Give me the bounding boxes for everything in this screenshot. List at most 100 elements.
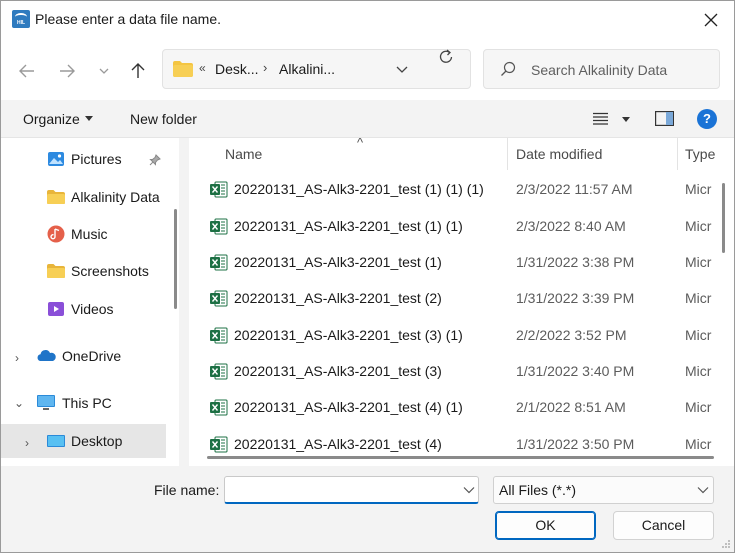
file-date: 1/31/2022 3:39 PM — [516, 290, 635, 306]
chevron-down-icon[interactable] — [463, 486, 475, 494]
breadcrumb-desktop[interactable]: Desk... — [215, 61, 259, 77]
navigation-bar: « Desk... › Alkalini... Search Alkalinit… — [1, 38, 734, 100]
nav-item-label: Alkalinity Data — [71, 189, 160, 205]
view-chevron-icon[interactable] — [622, 117, 630, 122]
file-date: 2/2/2022 3:52 PM — [516, 327, 627, 343]
excel-file-icon — [210, 363, 228, 380]
preview-pane-icon[interactable] — [655, 111, 674, 126]
file-date: 1/31/2022 3:38 PM — [516, 254, 635, 270]
breadcrumb-alkalinity-data[interactable]: Alkalini... — [279, 61, 335, 77]
file-name: 20220131_AS-Alk3-2201_test (1) (1) — [234, 218, 463, 234]
close-button[interactable] — [688, 1, 734, 38]
window-title: Please enter a data file name. — [35, 11, 222, 27]
file-type: Micr — [685, 254, 712, 270]
file-row[interactable]: 20220131_AS-Alk3-2201_test (4) (1) 2/1/2… — [189, 390, 734, 426]
excel-file-icon — [210, 436, 228, 453]
view-options-icon[interactable] — [593, 112, 608, 125]
app-icon: HIL — [12, 10, 30, 28]
search-box[interactable]: Search Alkalinity Data — [483, 49, 720, 89]
ok-button[interactable]: OK — [495, 511, 596, 540]
nav-item-screenshots[interactable]: Screenshots — [1, 254, 166, 288]
nav-item-videos[interactable]: Videos — [1, 292, 166, 326]
file-row[interactable]: 20220131_AS-Alk3-2201_test (1) (1) 2/3/2… — [189, 209, 734, 245]
file-name: 20220131_AS-Alk3-2201_test (1) (1) (1) — [234, 181, 484, 197]
nav-item-desktop[interactable]: › Desktop — [1, 424, 166, 458]
recent-locations-button[interactable] — [90, 57, 118, 85]
file-row[interactable]: 20220131_AS-Alk3-2201_test (1) (1) (1) 2… — [189, 172, 734, 208]
title-bar: HIL Please enter a data file name. — [1, 1, 734, 38]
address-overflow[interactable]: « — [199, 61, 206, 75]
nav-item-music[interactable]: Music — [1, 217, 166, 251]
file-row[interactable]: 20220131_AS-Alk3-2201_test (3) 1/31/2022… — [189, 354, 734, 390]
file-dialog-window: HIL Please enter a data file name. « Des… — [0, 0, 735, 553]
nav-item-label: Pictures — [71, 151, 122, 167]
cancel-button[interactable]: Cancel — [613, 511, 714, 540]
up-button[interactable] — [124, 57, 152, 85]
nav-item-alkalinity-data[interactable]: Alkalinity Data — [1, 180, 166, 214]
address-bar[interactable]: « Desk... › Alkalini... — [162, 49, 471, 89]
folder-icon — [47, 264, 65, 278]
column-label: Date modified — [516, 146, 603, 162]
help-icon[interactable]: ? — [697, 109, 717, 129]
nav-item-pictures[interactable]: Pictures — [1, 142, 166, 176]
file-type: Micr — [685, 290, 712, 306]
column-label: Type — [685, 146, 716, 162]
file-date: 1/31/2022 3:40 PM — [516, 363, 635, 379]
column-header-date[interactable]: Date modified — [508, 138, 677, 170]
app-icon-text: HIL — [16, 20, 26, 26]
file-name-label: File name: — [154, 482, 220, 498]
refresh-icon[interactable] — [438, 49, 454, 65]
file-row[interactable]: 20220131_AS-Alk3-2201_test (2) 1/31/2022… — [189, 281, 734, 317]
music-icon — [47, 225, 65, 243]
horizontal-scrollbar[interactable] — [207, 456, 714, 459]
excel-file-icon — [210, 399, 228, 416]
collapse-chevron-icon[interactable]: ⌄ — [14, 396, 24, 410]
file-name-input[interactable] — [229, 480, 454, 500]
file-name: 20220131_AS-Alk3-2201_test (2) — [234, 290, 442, 306]
excel-file-icon — [210, 181, 228, 198]
file-date: 1/31/2022 3:50 PM — [516, 436, 635, 452]
file-list: ^ Name Date modified Type 20220131_AS-Al… — [189, 138, 734, 466]
dialog-footer: File name: All Files (*.*) OK Cancel — [1, 466, 734, 552]
expand-chevron-icon[interactable]: › — [15, 351, 19, 365]
pictures-icon — [48, 152, 64, 166]
chevron-right-icon[interactable]: › — [263, 60, 267, 75]
resize-grip-icon[interactable] — [721, 539, 731, 549]
organize-button[interactable]: Organize — [23, 111, 80, 127]
chevron-down-icon — [697, 487, 709, 494]
back-button[interactable] — [13, 57, 41, 85]
pin-icon[interactable] — [149, 154, 161, 166]
column-label: Name — [225, 146, 263, 162]
nav-item-onedrive[interactable]: › OneDrive — [1, 339, 166, 373]
column-header-name[interactable]: ^ Name — [189, 138, 507, 170]
search-icon — [501, 61, 516, 76]
arrow-right-icon — [60, 64, 75, 78]
nav-item-label: Screenshots — [71, 263, 149, 279]
sort-ascending-icon: ^ — [357, 138, 364, 150]
videos-icon — [48, 302, 64, 316]
file-type: Micr — [685, 436, 712, 452]
file-name: 20220131_AS-Alk3-2201_test (1) — [234, 254, 442, 270]
excel-file-icon — [210, 327, 228, 344]
navpane-scrollbar[interactable] — [174, 209, 177, 309]
organize-chevron-icon — [85, 116, 93, 121]
desktop-icon — [47, 435, 65, 447]
new-folder-button[interactable]: New folder — [130, 111, 197, 127]
vertical-scrollbar[interactable] — [722, 183, 725, 253]
file-row[interactable]: 20220131_AS-Alk3-2201_test (1) 1/31/2022… — [189, 245, 734, 281]
expand-chevron-icon[interactable]: › — [25, 436, 29, 450]
arrow-left-icon — [19, 64, 34, 78]
file-type-select[interactable]: All Files (*.*) — [493, 476, 714, 504]
nav-item-this-pc[interactable]: ⌄ This PC — [1, 386, 166, 420]
close-icon — [704, 13, 718, 26]
file-name: 20220131_AS-Alk3-2201_test (3) (1) — [234, 327, 463, 343]
file-type: Micr — [685, 218, 712, 234]
file-date: 2/3/2022 11:57 AM — [516, 181, 633, 197]
nav-item-label: Music — [71, 226, 108, 242]
column-header-type[interactable]: Type — [678, 138, 734, 170]
file-name-combobox[interactable] — [224, 476, 479, 504]
forward-button[interactable] — [53, 57, 81, 85]
file-row[interactable]: 20220131_AS-Alk3-2201_test (3) (1) 2/2/2… — [189, 318, 734, 354]
nav-item-label: Desktop — [71, 433, 123, 449]
address-dropdown-icon[interactable] — [396, 63, 408, 75]
